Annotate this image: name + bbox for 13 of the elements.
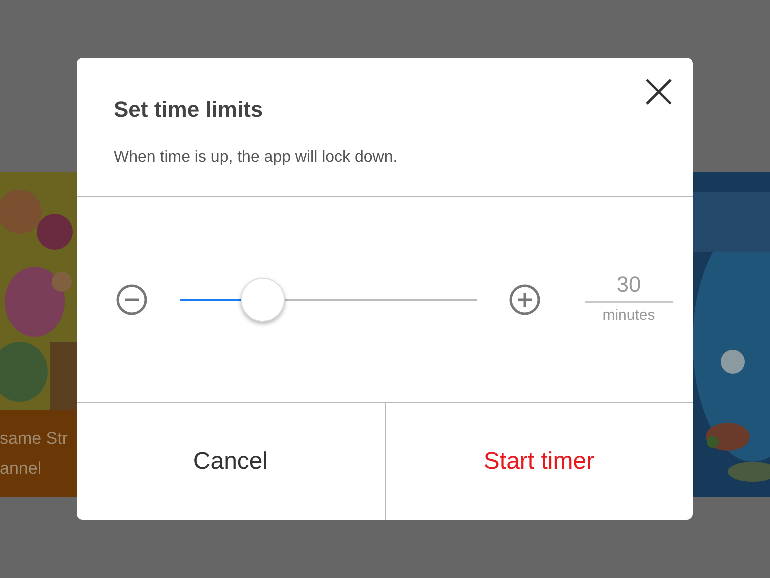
minutes-label: minutes <box>602 306 656 326</box>
slider[interactable] <box>180 276 477 322</box>
start-timer-button[interactable]: Start timer <box>384 403 693 520</box>
decrease-icon[interactable] <box>116 284 148 316</box>
dialog-title: Set time limits <box>114 96 264 124</box>
slider-thumb[interactable] <box>241 278 286 322</box>
card-caption: annel <box>0 458 42 480</box>
card-caption: same Str <box>0 428 68 450</box>
dialog-message: When time is up, the app will lock down. <box>114 148 398 168</box>
increase-icon[interactable] <box>509 284 541 316</box>
cancel-button[interactable]: Cancel <box>77 403 384 520</box>
minutes-value: 30 <box>585 272 673 303</box>
close-icon[interactable] <box>645 78 673 106</box>
